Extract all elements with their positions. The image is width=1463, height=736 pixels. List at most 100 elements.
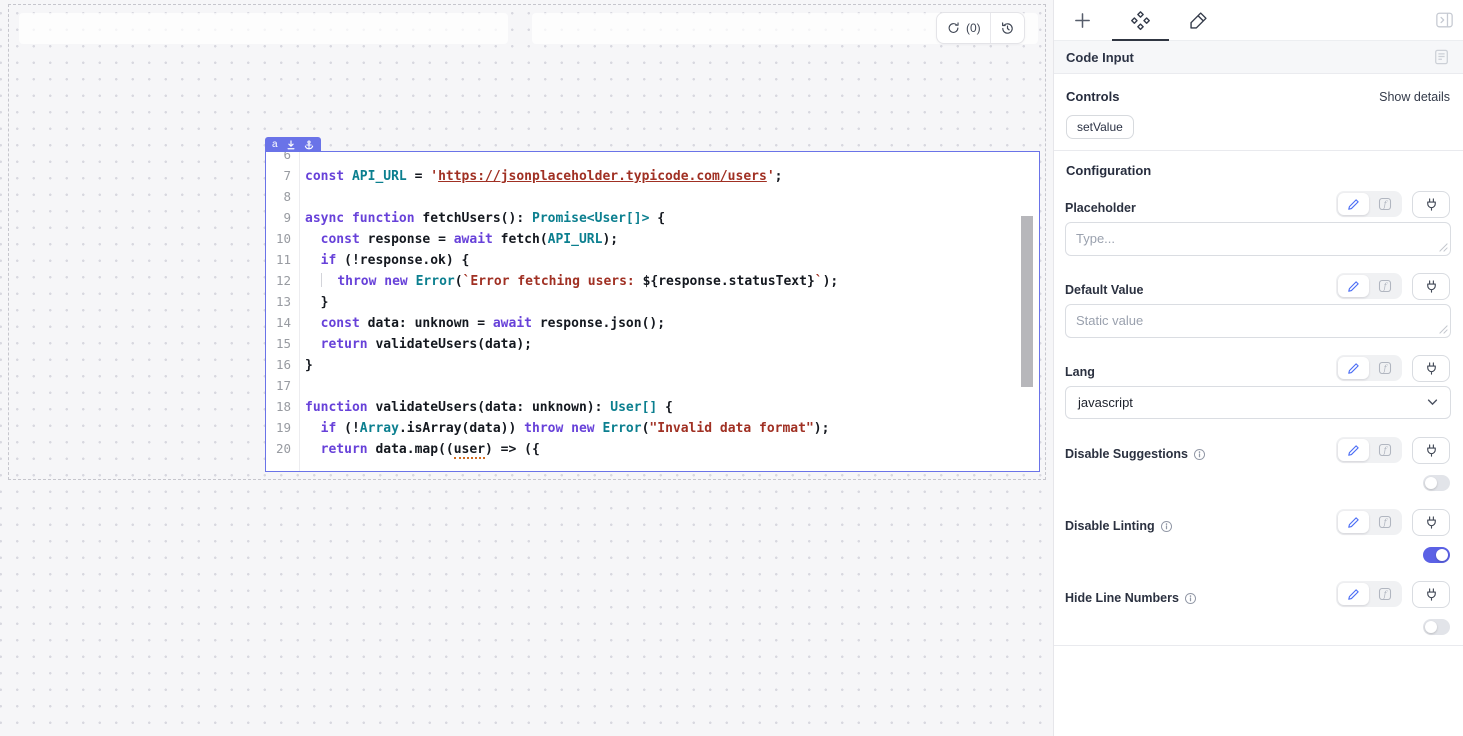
widget-name-label: a <box>272 140 278 150</box>
tab-styles[interactable] <box>1178 0 1218 40</box>
lang-select[interactable]: javascript <box>1065 386 1451 419</box>
paintbrush-icon <box>1188 10 1209 31</box>
line-number: 8 <box>266 186 300 207</box>
placeholder-property-row: Placeholder f <box>1065 190 1450 218</box>
disable-suggestions-property-row: Disable Suggestions f <box>1065 436 1450 464</box>
default-value-input[interactable] <box>1065 304 1451 338</box>
code-editor[interactable]: 67const API_URL = 'https://jsonplacehold… <box>266 152 1039 471</box>
placeholder-label: Placeholder <box>1065 201 1136 215</box>
disable-suggestions-mode-controls: f <box>1336 437 1450 464</box>
code-line: 10 const response = await fetch(API_URL)… <box>266 228 1039 249</box>
line-number: 10 <box>266 228 300 249</box>
placeholder-mode-toggle: f <box>1336 191 1402 217</box>
show-details-link[interactable]: Show details <box>1379 90 1450 104</box>
code-line: 20 return data.map((user) => ({ <box>266 438 1039 459</box>
widget-name-tag[interactable]: a <box>265 137 321 152</box>
line-number: 18 <box>266 396 300 417</box>
fx-icon: f <box>1378 515 1392 529</box>
tab-add[interactable] <box>1062 0 1102 40</box>
code-text <box>300 379 305 394</box>
line-number: 6 <box>266 152 300 165</box>
setvalue-control-chip[interactable]: setValue <box>1066 115 1134 139</box>
disable-linting-bind-data-button[interactable] <box>1412 509 1450 536</box>
line-number: 11 <box>266 249 300 270</box>
panel-tabs <box>1054 0 1463 41</box>
default-value-bind-data-button[interactable] <box>1412 273 1450 300</box>
disable-suggestions-static-mode-button[interactable] <box>1338 439 1369 461</box>
code-text: } <box>300 358 313 373</box>
section-divider <box>1054 150 1463 151</box>
disable-linting-property-row: Disable Lintingf <box>1065 508 1450 536</box>
code-text: return data.map((user) => ({ <box>300 442 540 457</box>
code-text: throw new Error(`Error fetching users: $… <box>300 274 838 289</box>
svg-text:f: f <box>1382 199 1388 209</box>
disable-suggestions-mode-toggle: f <box>1336 437 1402 463</box>
code-line: 13 } <box>266 291 1039 312</box>
fx-icon: f <box>1378 443 1392 457</box>
code-text: if (!response.ok) { <box>300 253 469 268</box>
disable-suggestions-toggle[interactable] <box>1423 475 1450 491</box>
disable-suggestions-fx-mode-button[interactable]: f <box>1369 439 1400 461</box>
refresh-icon <box>946 21 961 35</box>
code-input-widget[interactable]: a 67const API_URL = 'https://jsonplaceho… <box>265 151 1040 472</box>
lang-mode-toggle: f <box>1336 355 1402 381</box>
disable-linting-toggle[interactable] <box>1423 547 1450 563</box>
line-number: 17 <box>266 375 300 396</box>
placeholder-static-mode-button[interactable] <box>1338 193 1369 215</box>
lang-fx-mode-button[interactable]: f <box>1369 357 1400 379</box>
placeholder-bind-data-button[interactable] <box>1412 191 1450 218</box>
line-number: 16 <box>266 354 300 375</box>
default-value-fx-mode-button[interactable]: f <box>1369 275 1400 297</box>
plug-icon <box>1424 279 1439 294</box>
hide-line-numbers-toggle[interactable] <box>1423 619 1450 635</box>
disable-linting-fx-mode-button[interactable]: f <box>1369 511 1400 533</box>
tab-components[interactable] <box>1120 0 1160 40</box>
refresh-queries-button[interactable]: (0) <box>937 13 990 43</box>
lang-bind-data-button[interactable] <box>1412 355 1450 382</box>
code-line: 8 <box>266 186 1039 207</box>
svg-text:f: f <box>1382 517 1388 527</box>
docs-icon[interactable] <box>1434 49 1449 65</box>
history-icon <box>1000 21 1015 36</box>
placeholder-input[interactable] <box>1065 222 1451 256</box>
editor-scrollbar[interactable] <box>1021 216 1033 387</box>
plug-icon <box>1424 197 1439 212</box>
fx-icon: f <box>1378 197 1392 211</box>
svg-text:f: f <box>1382 445 1388 455</box>
pencil-icon <box>1347 198 1360 211</box>
hide-line-numbers-label: Hide Line Numbers <box>1065 591 1197 605</box>
hide-line-numbers-bind-data-button[interactable] <box>1412 581 1450 608</box>
code-line: 15 return validateUsers(data); <box>266 333 1039 354</box>
lang-static-mode-button[interactable] <box>1338 357 1369 379</box>
default-value-mode-toggle: f <box>1336 273 1402 299</box>
controls-section-header: Controls Show details <box>1066 89 1450 104</box>
toggle-knob <box>1425 477 1437 489</box>
line-number: 13 <box>266 291 300 312</box>
placeholder-fx-mode-button[interactable]: f <box>1369 193 1400 215</box>
fx-icon: f <box>1378 279 1392 293</box>
code-line: 6 <box>266 152 1039 165</box>
arrow-down-to-line-icon[interactable] <box>286 140 296 150</box>
pencil-icon <box>1347 444 1360 457</box>
code-text: const API_URL = 'https://jsonplaceholder… <box>300 169 782 184</box>
disable-suggestions-bind-data-button[interactable] <box>1412 437 1450 464</box>
default-value-static-mode-button[interactable] <box>1338 275 1369 297</box>
disable-linting-static-mode-button[interactable] <box>1338 511 1369 533</box>
history-button[interactable] <box>991 13 1024 43</box>
design-canvas[interactable]: (0) a 67const API_URL = 'https://jsonpla… <box>0 0 1053 736</box>
info-icon <box>1193 448 1206 461</box>
disable-suggestions-label: Disable Suggestions <box>1065 447 1206 461</box>
collapse-panel-icon[interactable] <box>1436 12 1453 28</box>
anchor-icon[interactable] <box>304 140 314 150</box>
code-line: 14 const data: unknown = await response.… <box>266 312 1039 333</box>
disable-linting-mode-toggle: f <box>1336 509 1402 535</box>
plug-icon <box>1424 443 1439 458</box>
refresh-count: (0) <box>966 21 981 35</box>
dropzone-strip-left <box>19 13 508 44</box>
hide-line-numbers-mode-toggle: f <box>1336 581 1402 607</box>
hide-line-numbers-static-mode-button[interactable] <box>1338 583 1369 605</box>
code-text: } <box>300 295 328 310</box>
pencil-icon <box>1347 362 1360 375</box>
hide-line-numbers-fx-mode-button[interactable]: f <box>1369 583 1400 605</box>
widget-type-title: Code Input <box>1066 50 1134 65</box>
